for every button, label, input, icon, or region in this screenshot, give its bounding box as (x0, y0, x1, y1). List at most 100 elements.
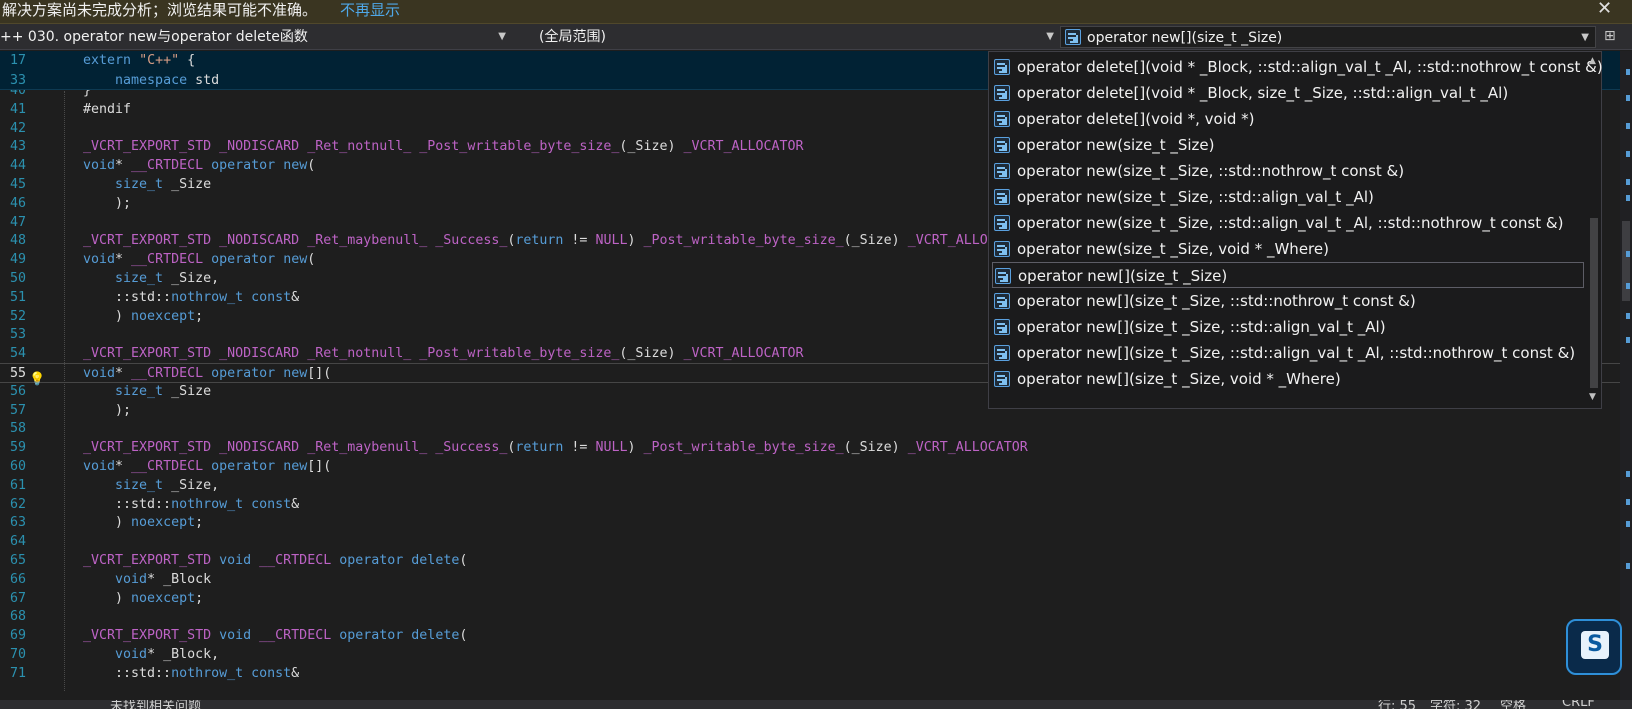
method-icon (994, 371, 1010, 387)
project-dropdown[interactable]: ++ 030. operator new与operator delete函数 ▼ (0, 26, 512, 48)
method-icon (994, 293, 1010, 309)
floating-assistant-widget[interactable]: S (1566, 619, 1622, 675)
member-list-item[interactable]: operator new[](size_t _Size, ::std::alig… (992, 314, 1584, 340)
code-line[interactable]: 62 ::std::nothrow_t const& (0, 495, 1620, 515)
member-list-item[interactable]: operator new(size_t _Size, ::std::align_… (992, 184, 1584, 210)
line-number: 45 (9, 177, 26, 192)
line-text: extern "C++" { (83, 53, 196, 68)
dont-show-again-link[interactable]: 不再显示 (340, 0, 400, 20)
scroll-marker (1626, 179, 1630, 185)
line-number: 61 (9, 477, 26, 493)
char-status[interactable]: 字符: 32 (1430, 700, 1481, 709)
method-icon (994, 241, 1010, 257)
line-number: 58 (9, 421, 26, 437)
split-editor-icon[interactable]: ⊞ (1604, 28, 1616, 44)
code-line[interactable]: 69 _VCRT_EXPORT_STD void __CRTDECL operat… (0, 626, 1620, 646)
member-list-item[interactable]: operator new[](size_t _Size, ::std::noth… (992, 288, 1584, 314)
member-list-item[interactable]: operator new(size_t _Size, ::std::nothro… (992, 158, 1584, 184)
member-list-item-label: operator delete[](void *, void *) (1017, 110, 1255, 128)
method-icon (1065, 29, 1081, 45)
member-list-item[interactable]: operator new(size_t _Size) (992, 132, 1584, 158)
dropdown-scrollbar[interactable]: ▲ ▼ (1587, 52, 1601, 408)
line-text: void* __CRTDECL operator new[]( (83, 366, 332, 381)
method-icon (994, 111, 1010, 127)
line-number: 67 (9, 590, 26, 606)
method-icon (994, 85, 1010, 101)
method-icon (994, 163, 1010, 179)
editor-scroll-thumb[interactable] (1622, 221, 1630, 301)
indent-status[interactable]: 空格 (1500, 700, 1526, 709)
line-number: 48 (9, 233, 26, 249)
scroll-down-icon[interactable]: ▼ (1589, 392, 1596, 402)
eol-status[interactable]: CRLF (1562, 700, 1595, 709)
code-line[interactable]: 58 (0, 419, 1620, 439)
line-number: 44 (9, 158, 26, 174)
code-line[interactable]: 71 ::std::nothrow_t const& (0, 664, 1620, 684)
line-text: void* __CRTDECL operator new( (83, 158, 316, 174)
line-number: 69 (9, 628, 26, 644)
member-dropdown[interactable]: operator new[](size_t _Size) ▼ (1060, 26, 1596, 48)
code-line[interactable]: 63 ) noexcept; (0, 513, 1620, 533)
scope-dropdown[interactable]: (全局范围) ▼ (515, 26, 1060, 48)
line-status[interactable]: 行: 55 (1378, 700, 1416, 709)
dropdown-scroll-thumb[interactable] (1590, 218, 1598, 388)
code-line[interactable]: 65 _VCRT_EXPORT_STD void __CRTDECL operat… (0, 551, 1620, 571)
close-icon[interactable]: ✕ (1597, 0, 1612, 19)
line-text: size_t _Size, (115, 271, 220, 286)
scroll-marker (1626, 195, 1630, 201)
scroll-marker (1626, 471, 1630, 477)
member-list-item[interactable]: operator new[](size_t _Size) (992, 262, 1584, 288)
line-number: 51 (9, 289, 26, 305)
line-number: 46 (9, 195, 26, 211)
member-list-item[interactable]: operator new[](size_t _Size, ::std::alig… (992, 340, 1584, 366)
scroll-marker (1626, 123, 1630, 129)
code-line[interactable]: 61 size_t _Size, (0, 476, 1620, 496)
method-icon (995, 268, 1011, 284)
member-list-item[interactable]: operator delete[](void *, void *) (992, 106, 1584, 132)
line-text: ::std::nothrow_t const& (83, 289, 300, 305)
member-list-item[interactable]: operator delete[](void * _Block, size_t … (992, 80, 1584, 106)
line-number: 59 (9, 440, 26, 456)
project-dropdown-label: ++ 030. operator new与operator delete函数 (0, 29, 308, 45)
method-icon (994, 137, 1010, 153)
member-list-item[interactable]: operator delete[](void * _Block, ::std::… (992, 54, 1603, 80)
line-number: 70 (9, 647, 26, 662)
scroll-up-icon[interactable]: ▲ (1589, 56, 1596, 66)
code-line[interactable]: 64 (0, 532, 1620, 552)
member-dropdown-list[interactable]: operator delete[](void * _Block, ::std::… (988, 51, 1603, 409)
chevron-down-icon: ▼ (1581, 32, 1589, 43)
issues-status[interactable]: 未找到相关问题 (110, 700, 201, 709)
code-line[interactable]: 66 void* _Block (0, 570, 1620, 590)
member-list-item[interactable]: operator new(size_t _Size, ::std::align_… (992, 210, 1584, 236)
lightbulb-icon[interactable]: 💡 (29, 372, 45, 387)
code-line[interactable]: 67 ) noexcept; (0, 589, 1620, 609)
scroll-marker (1626, 521, 1630, 527)
status-bar: 未找到相关问题 行: 55 字符: 32 空格 CRLF (0, 700, 1632, 709)
widget-logo: S (1581, 631, 1609, 659)
method-icon (994, 319, 1010, 335)
line-text: void* __CRTDECL operator new( (83, 252, 316, 268)
member-list-item-label: operator delete[](void * _Block, size_t … (1017, 84, 1509, 102)
line-text: _VCRT_EXPORT_STD _NODISCARD _Ret_maybenu… (83, 440, 1028, 456)
member-list-item[interactable]: operator new(size_t _Size, void * _Where… (992, 236, 1584, 262)
scope-dropdown-label: (全局范围) (539, 29, 606, 45)
line-text: #endif (83, 101, 132, 117)
method-icon (994, 59, 1010, 75)
method-icon (994, 345, 1010, 361)
editor-scrollbar[interactable] (1620, 51, 1632, 700)
code-line[interactable]: 60 void* __CRTDECL operator new[]( (0, 457, 1620, 477)
member-list-item[interactable]: operator new[](size_t _Size, void * _Whe… (992, 366, 1584, 392)
code-line[interactable]: 59 _VCRT_EXPORT_STD _NODISCARD _Ret_maybe… (0, 438, 1620, 458)
line-number: 66 (9, 571, 26, 587)
line-text: size_t _Size (115, 383, 212, 399)
line-text: size_t _Size (115, 177, 212, 192)
line-number: 43 (9, 139, 26, 155)
line-text: size_t _Size, (115, 477, 220, 493)
code-line[interactable]: 70 void* _Block, (0, 645, 1620, 665)
line-text: ) noexcept; (83, 590, 204, 606)
line-number: 47 (9, 214, 26, 230)
code-line[interactable]: 68 (0, 607, 1620, 627)
line-number: 52 (9, 308, 26, 324)
member-list-item-label: operator new(size_t _Size, ::std::align_… (1017, 188, 1374, 206)
line-number: 65 (9, 553, 26, 568)
